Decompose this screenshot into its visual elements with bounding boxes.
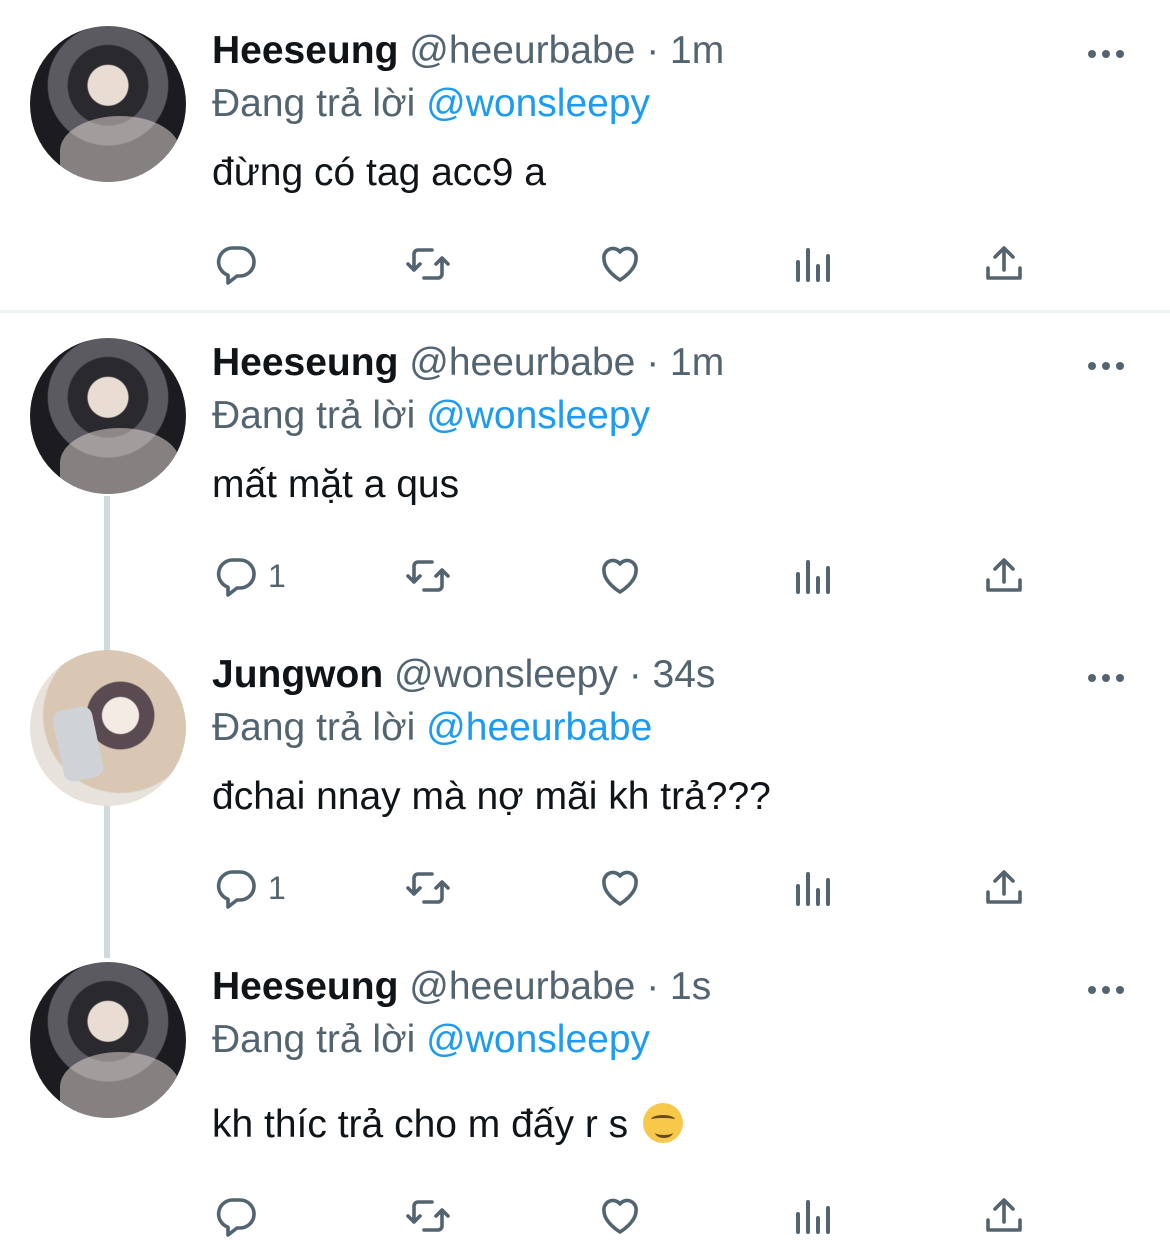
avatar[interactable] — [30, 962, 186, 1118]
like-button[interactable] — [596, 234, 644, 294]
share-icon — [980, 552, 1028, 600]
retweet-icon — [404, 552, 452, 600]
views-icon — [788, 1192, 836, 1240]
timestamp[interactable]: 1m — [670, 29, 724, 72]
avatar[interactable] — [30, 650, 186, 806]
tweet-text: kh thíc trả cho m đấy r s — [212, 1100, 683, 1150]
like-button[interactable] — [596, 858, 644, 918]
tweet-header: Heeseung @heeurbabe · 1m — [212, 338, 724, 388]
tweet-text: đừng có tag acc9 a — [212, 151, 546, 194]
separator: · — [646, 341, 660, 384]
reply-button[interactable]: 1 — [212, 858, 286, 918]
user-handle[interactable]: @heeurbabe — [409, 29, 635, 72]
share-icon — [980, 864, 1028, 912]
retweet-button[interactable] — [404, 234, 452, 294]
timestamp[interactable]: 1m — [670, 341, 724, 384]
like-button[interactable] — [596, 546, 644, 606]
share-button[interactable] — [980, 546, 1028, 606]
tweet-header: Heeseung @heeurbabe · 1m — [212, 26, 724, 76]
timestamp[interactable]: 1s — [670, 965, 711, 1008]
share-button[interactable] — [980, 858, 1028, 918]
separator: · — [646, 29, 660, 72]
replying-to: Đang trả lời @wonsleepy — [212, 1016, 650, 1064]
replying-to-label: Đang trả lời — [212, 1018, 416, 1061]
timestamp[interactable]: 34s — [653, 653, 716, 696]
avatar[interactable] — [30, 338, 186, 494]
replying-to: Đang trả lời @wonsleepy — [212, 80, 650, 128]
more-icon[interactable] — [1086, 358, 1126, 374]
tweet-text-content: kh thíc trả cho m đấy r s — [212, 1103, 629, 1146]
user-handle[interactable]: @heeurbabe — [409, 341, 635, 384]
retweet-button[interactable] — [404, 546, 452, 606]
reply-count: 1 — [268, 557, 286, 594]
comment-icon — [212, 552, 260, 600]
tweet-header: Jungwon @wonsleepy · 34s — [212, 650, 715, 700]
divider — [0, 310, 1170, 313]
more-icon[interactable] — [1086, 982, 1126, 998]
views-button[interactable] — [788, 546, 836, 606]
views-icon — [788, 552, 836, 600]
user-handle[interactable]: @wonsleepy — [394, 653, 618, 696]
views-button[interactable] — [788, 858, 836, 918]
heart-icon — [596, 552, 644, 600]
display-name[interactable]: Heeseung — [212, 965, 398, 1008]
reply-handle-link[interactable]: @wonsleepy — [426, 394, 650, 437]
more-icon[interactable] — [1086, 670, 1126, 686]
share-button[interactable] — [980, 234, 1028, 294]
like-button[interactable] — [596, 1186, 644, 1246]
share-button[interactable] — [980, 1186, 1028, 1246]
heart-icon — [596, 240, 644, 288]
comment-icon — [212, 1192, 260, 1240]
separator: · — [628, 653, 642, 696]
action-bar — [0, 1186, 1170, 1246]
more-icon[interactable] — [1086, 46, 1126, 62]
replying-to: Đang trả lời @heeurbabe — [212, 704, 652, 752]
comment-icon — [212, 240, 260, 288]
user-handle[interactable]: @heeurbabe — [409, 965, 635, 1008]
retweet-icon — [404, 240, 452, 288]
heart-icon — [596, 1192, 644, 1240]
share-icon — [980, 240, 1028, 288]
action-bar — [0, 234, 1170, 294]
retweet-icon — [404, 864, 452, 912]
display-name[interactable]: Heeseung — [212, 29, 398, 72]
retweet-button[interactable] — [404, 1186, 452, 1246]
display-name[interactable]: Jungwon — [212, 653, 383, 696]
views-icon — [788, 864, 836, 912]
reply-button[interactable] — [212, 1186, 268, 1246]
replying-to-label: Đang trả lời — [212, 394, 416, 437]
replying-to-label: Đang trả lời — [212, 706, 416, 749]
avatar[interactable] — [30, 26, 186, 182]
reply-count: 1 — [268, 869, 286, 906]
reply-handle-link[interactable]: @heeurbabe — [426, 706, 652, 749]
reply-button[interactable] — [212, 234, 268, 294]
smirk-emoji — [643, 1103, 683, 1143]
action-bar: 1 — [0, 546, 1170, 606]
views-icon — [788, 240, 836, 288]
comment-icon — [212, 864, 260, 912]
reply-handle-link[interactable]: @wonsleepy — [426, 1018, 650, 1061]
views-button[interactable] — [788, 1186, 836, 1246]
reply-button[interactable]: 1 — [212, 546, 286, 606]
tweet-text: mất mặt a qus — [212, 463, 460, 506]
action-bar: 1 — [0, 858, 1170, 918]
heart-icon — [596, 864, 644, 912]
reply-handle-link[interactable]: @wonsleepy — [426, 82, 650, 125]
replying-to: Đang trả lời @wonsleepy — [212, 392, 650, 440]
share-icon — [980, 1192, 1028, 1240]
tweet-text: đchai nnay mà nợ mãi kh trả??? — [212, 775, 771, 818]
views-button[interactable] — [788, 234, 836, 294]
retweet-icon — [404, 1192, 452, 1240]
separator: · — [646, 965, 660, 1008]
display-name[interactable]: Heeseung — [212, 341, 398, 384]
replying-to-label: Đang trả lời — [212, 82, 416, 125]
tweet-header: Heeseung @heeurbabe · 1s — [212, 962, 711, 1012]
retweet-button[interactable] — [404, 858, 452, 918]
